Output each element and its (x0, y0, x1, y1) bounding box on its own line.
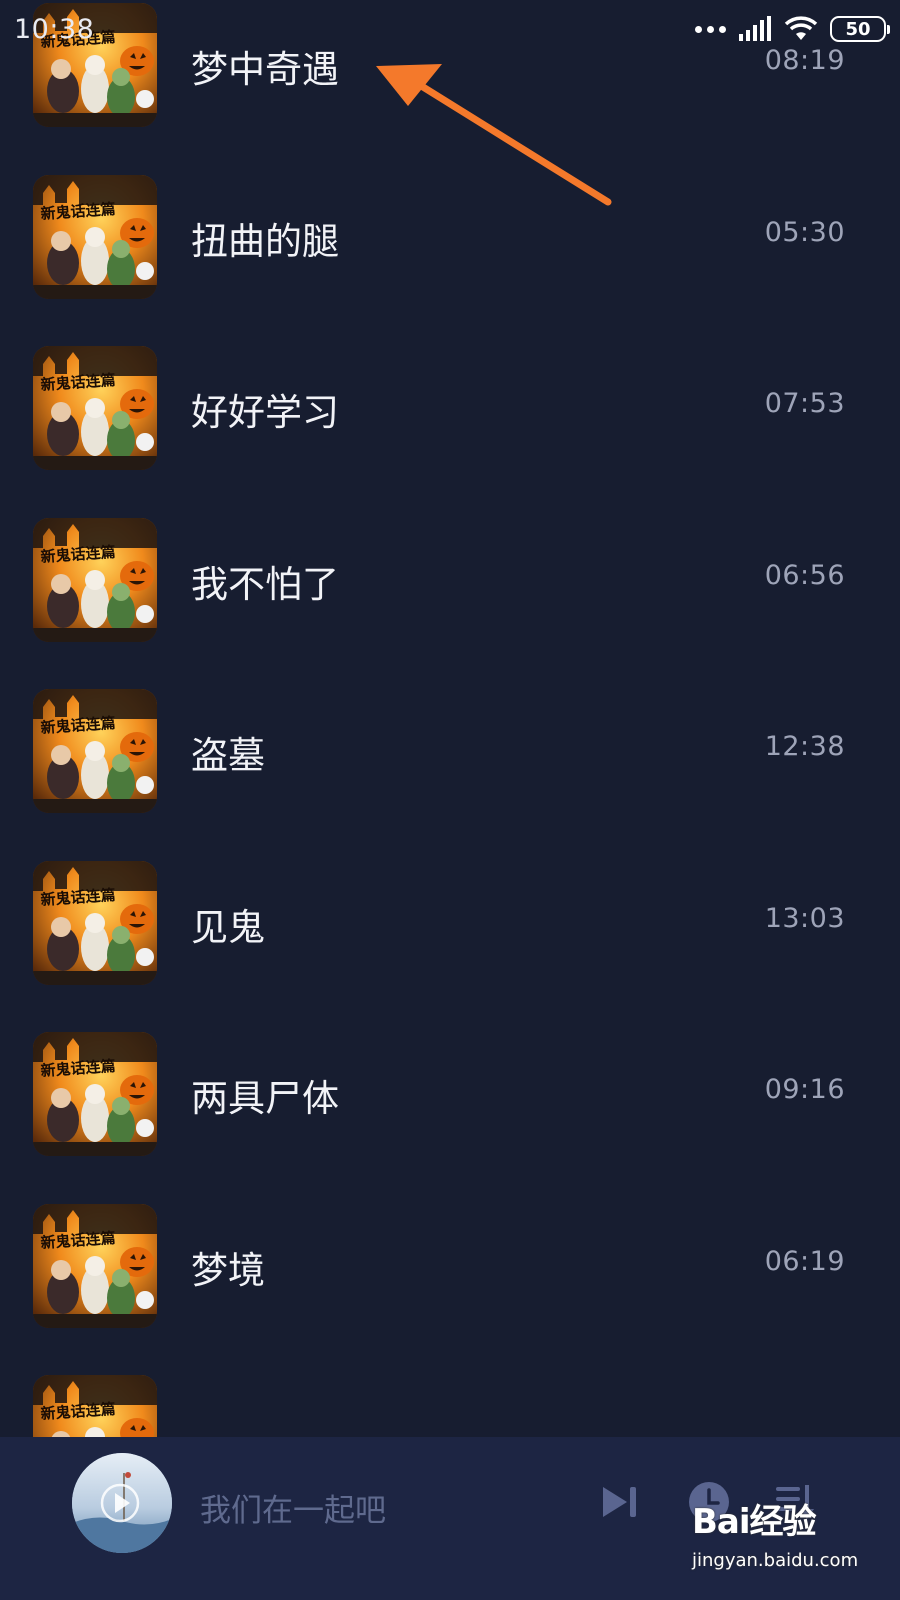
track-title: 两具尸体 (191, 1077, 339, 1120)
track-row[interactable]: 新鬼话连篇 盗墓 12:38 (0, 689, 900, 864)
track-title: 梦境 (191, 1249, 265, 1292)
more-dots-icon (695, 16, 726, 42)
now-playing-title: 我们在一起吧 (200, 1493, 386, 1529)
watermark-logo: Bai经验 (692, 1502, 817, 1542)
track-cover: 新鬼话连篇 (33, 175, 157, 299)
track-cover: 新鬼话连篇 (33, 1032, 157, 1156)
status-time: 10:38 (14, 14, 95, 45)
track-row[interactable]: 新鬼话连篇 梦境 06:19 (0, 1204, 900, 1379)
track-row[interactable]: 新鬼话连篇 两具尸体 09:16 (0, 1032, 900, 1207)
next-track-button[interactable] (597, 1479, 643, 1525)
baidu-jingyan-watermark: Bai经验 jingyan.baidu.com (692, 1490, 892, 1590)
track-cover: 新鬼话连篇 (33, 518, 157, 642)
track-duration: 06:19 (764, 1246, 845, 1277)
track-title: 我不怕了 (191, 563, 339, 606)
battery-icon: 50 (830, 16, 890, 42)
track-cover: 新鬼话连篇 (33, 1204, 157, 1328)
track-title: 扭曲的腿 (191, 220, 339, 263)
track-row[interactable]: 新鬼话连篇 好好学习 07:53 (0, 346, 900, 521)
track-cover: 新鬼话连篇 (33, 861, 157, 985)
track-title: 好好学习 (191, 391, 339, 434)
track-duration: 05:30 (764, 217, 845, 248)
track-cover: 新鬼话连篇 (33, 346, 157, 470)
track-row[interactable]: 新鬼话连篇 见鬼 13:03 (0, 861, 900, 1036)
track-title: 盗墓 (191, 734, 265, 777)
track-duration: 12:38 (764, 731, 845, 762)
watermark-url: jingyan.baidu.com (692, 1550, 859, 1571)
next-icon (603, 1487, 636, 1517)
now-playing-cover[interactable] (72, 1453, 172, 1553)
track-duration: 06:56 (764, 560, 845, 591)
track-duration: 13:03 (764, 903, 845, 934)
status-icons: 50 (695, 16, 890, 42)
track-cover: 新鬼话连篇 (33, 689, 157, 813)
track-title: 见鬼 (191, 906, 265, 949)
track-duration: 07:53 (764, 388, 845, 419)
signal-icon (739, 16, 771, 41)
status-bar: 10:38 50 (0, 0, 900, 60)
wifi-icon (784, 16, 818, 40)
track-row[interactable]: 新鬼话连篇 我不怕了 06:56 (0, 518, 900, 693)
battery-level: 50 (845, 18, 871, 40)
track-duration: 09:16 (764, 1074, 845, 1105)
annotation-arrow (376, 64, 612, 206)
